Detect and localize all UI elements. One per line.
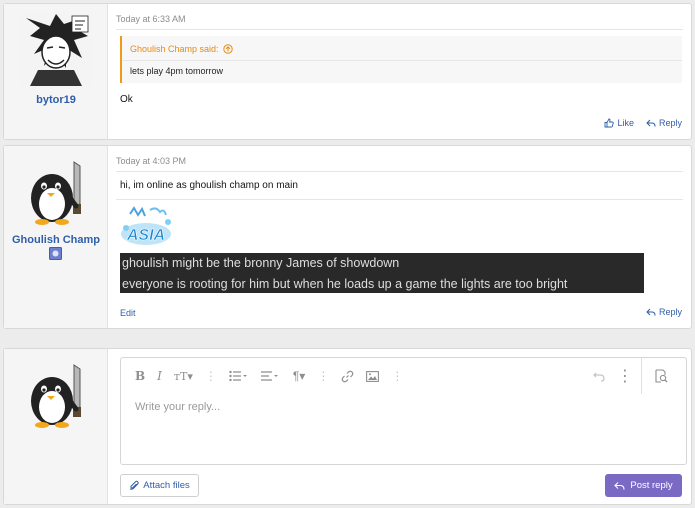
signature-logo: ASIA [121, 206, 171, 245]
post-reply-button[interactable]: Post reply [605, 474, 682, 497]
post-content: Today at 4:03 PM hi, im online as ghouli… [108, 146, 691, 328]
more-icon[interactable]: ⋮ [205, 369, 217, 383]
post-timestamp[interactable]: Today at 4:03 PM [116, 156, 186, 166]
username[interactable]: Ghoulish Champ [4, 234, 108, 246]
post-bytor19: bytor19 Today at 6:33 AM Ghoulish Champ … [3, 3, 692, 140]
quote-divider [122, 60, 682, 61]
attach-files-label: Attach files [143, 480, 190, 491]
reply-editor[interactable]: B I тT▾ ⋮ ¶▾ ⋮ ⋮ ⋮ Write your reply... [120, 357, 687, 465]
divider [116, 171, 683, 172]
reply-icon [614, 481, 625, 490]
image-icon[interactable] [366, 368, 380, 384]
post-message: hi, im online as ghoulish champ on main [120, 180, 298, 191]
discord-badge-icon [49, 247, 62, 260]
more-icon[interactable]: ⋮ [617, 366, 633, 386]
post-timestamp[interactable]: Today at 6:33 AM [116, 14, 186, 24]
like-button[interactable]: Like [604, 118, 634, 128]
divider [116, 29, 683, 30]
quote-author[interactable]: Ghoulish Champ said: [130, 44, 233, 54]
like-label: Like [617, 118, 634, 128]
user-panel [4, 349, 108, 504]
reply-icon [646, 119, 656, 127]
reply-button[interactable]: Reply [646, 307, 682, 317]
reply-icon [646, 308, 656, 316]
post-content: Today at 6:33 AM Ghoulish Champ said: le… [108, 4, 691, 139]
reply-button[interactable]: Reply [646, 118, 682, 128]
undo-icon[interactable] [593, 370, 605, 382]
post-message: Ok [120, 94, 133, 105]
edit-button[interactable]: Edit [120, 308, 136, 318]
reply-placeholder[interactable]: Write your reply... [135, 401, 220, 413]
arrow-up-circle-icon[interactable] [222, 44, 233, 54]
attach-files-button[interactable]: Attach files [120, 474, 199, 497]
user-panel: Ghoulish Champ [4, 146, 108, 328]
username[interactable]: bytor19 [4, 94, 108, 106]
italic-icon[interactable]: I [157, 368, 162, 384]
more-icon[interactable]: ⋮ [317, 369, 329, 383]
post-actions: Reply [646, 307, 682, 317]
paperclip-icon [130, 480, 139, 490]
editor-toolbar-right: ⋮ [593, 358, 686, 394]
avatar[interactable] [20, 158, 92, 230]
preview-icon[interactable] [654, 369, 668, 383]
quote-text: lets play 4pm tomorrow [130, 66, 224, 76]
post-ghoulish-champ: Ghoulish Champ Today at 4:03 PM hi, im o… [3, 145, 692, 329]
quick-reply: B I тT▾ ⋮ ¶▾ ⋮ ⋮ ⋮ Write your reply... A… [3, 348, 692, 505]
post-reply-label: Post reply [630, 480, 673, 491]
quote-author-label: Ghoulish Champ said: [130, 44, 219, 54]
more-icon[interactable]: ⋮ [391, 369, 403, 383]
signature-line: ghoulish might be the bronny James of sh… [122, 256, 400, 270]
list-icon[interactable] [229, 368, 249, 384]
quote-block: Ghoulish Champ said: lets play 4pm tomor… [120, 36, 682, 83]
thumbs-up-icon [605, 118, 615, 128]
link-icon[interactable] [341, 368, 354, 384]
signature-text: ghoulish might be the bronny James of sh… [120, 253, 644, 293]
signature-logo-text: ASIA [126, 227, 165, 244]
signature-line: everyone is rooting for him but when he … [122, 277, 568, 291]
text-size-icon[interactable]: тT▾ [174, 368, 193, 384]
bold-icon[interactable]: B [135, 368, 145, 384]
reply-form: B I тT▾ ⋮ ¶▾ ⋮ ⋮ ⋮ Write your reply... A… [108, 349, 691, 504]
paragraph-icon[interactable]: ¶▾ [293, 368, 305, 384]
avatar [31, 364, 81, 428]
user-panel: bytor19 [4, 4, 108, 139]
reply-label: Reply [658, 118, 682, 128]
reply-label: Reply [658, 307, 682, 317]
align-icon[interactable] [260, 368, 281, 384]
toolbar-divider [641, 358, 642, 394]
signature-divider [116, 199, 683, 200]
avatar[interactable] [20, 14, 92, 86]
post-actions: Like Reply [604, 118, 682, 128]
